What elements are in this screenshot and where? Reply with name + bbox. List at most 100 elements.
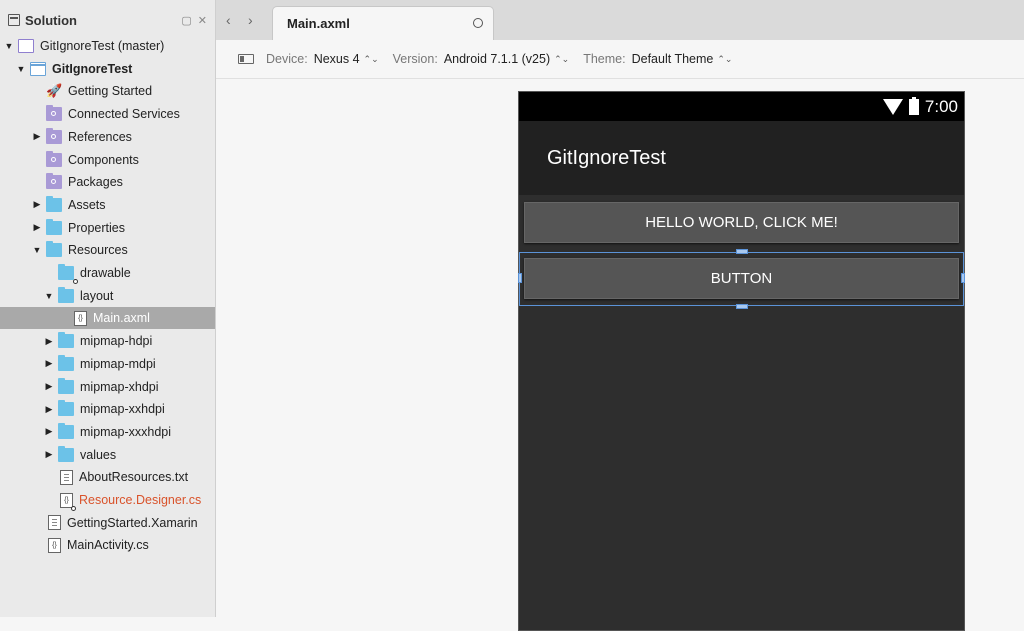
battery-icon <box>908 96 919 115</box>
disclosure-right-icon[interactable]: ▶ <box>44 404 54 414</box>
folder-icon <box>58 354 74 371</box>
disclosure-down-icon[interactable]: ▼ <box>4 41 14 51</box>
tree-item[interactable]: ▼ layout <box>0 285 215 307</box>
wifi-icon <box>882 98 903 115</box>
tree-item[interactable]: ▶ mipmap-hdpi <box>0 330 215 352</box>
folder-icon <box>58 445 74 462</box>
tree-item-label: GettingStarted.Xamarin <box>67 515 198 530</box>
tree-item-label: layout <box>80 288 114 303</box>
tree-item[interactable]: ▶ Assets <box>0 194 215 216</box>
hello-world-button[interactable]: HELLO WORLD, CLICK ME! <box>524 202 959 243</box>
folder-icon <box>58 400 74 417</box>
code-file-icon: {} <box>74 310 87 326</box>
tab-close-icon[interactable] <box>473 18 483 28</box>
folder-icon <box>58 422 74 439</box>
disclosure-right-icon[interactable]: ▶ <box>44 358 54 369</box>
tree-item[interactable]: ▶ values <box>0 444 215 466</box>
solution-pad-header: Solution ▢ ✕ <box>0 0 215 40</box>
resize-handle-bottom[interactable] <box>736 304 748 309</box>
tree-item[interactable]: ▶ Properties <box>0 217 215 239</box>
tree-item[interactable]: {} Resource.Designer.cs <box>0 489 215 511</box>
tree-item-label: Connected Services <box>68 107 180 122</box>
code-file-icon: {} <box>48 537 61 553</box>
app-title: GitIgnoreTest <box>547 146 666 169</box>
resize-handle-left[interactable] <box>518 273 522 283</box>
tree-item[interactable]: ▼ Resources <box>0 239 215 261</box>
theme-select[interactable]: Default Theme <box>632 52 714 66</box>
tree-item-label: Packages <box>68 175 123 190</box>
document-tab-bar: ‹ › Main.axml <box>216 0 1024 41</box>
app-bar: GitIgnoreTest <box>519 121 964 195</box>
tree-item[interactable]: GettingStarted.Xamarin <box>0 512 215 534</box>
disclosure-down-icon[interactable]: ▼ <box>32 245 42 255</box>
folder-icon <box>58 286 74 303</box>
resize-handle-right[interactable] <box>961 273 965 283</box>
disclosure-down-icon[interactable]: ▼ <box>44 291 54 301</box>
tree-item-label: GitIgnoreTest (master) <box>40 39 165 53</box>
maximize-icon[interactable]: ▢ <box>181 14 191 27</box>
resize-handle-top[interactable] <box>736 249 748 254</box>
device-select[interactable]: Nexus 4 <box>314 52 360 66</box>
disclosure-right-icon[interactable]: ▶ <box>32 199 42 210</box>
tree-item-label: References <box>68 129 132 144</box>
tree-item-label: Properties <box>68 220 125 235</box>
back-button[interactable]: ‹ <box>226 12 231 28</box>
tree-item[interactable]: ▶ mipmap-xhdpi <box>0 376 215 398</box>
version-select[interactable]: Android 7.1.1 (v25) <box>444 52 550 66</box>
solution-pad-icon <box>8 14 20 26</box>
tree-item-label: Resource.Designer.cs <box>79 493 202 507</box>
tree-item[interactable]: Components <box>0 149 215 171</box>
disclosure-right-icon[interactable]: ▶ <box>32 222 42 233</box>
device-label: Device: <box>266 52 308 66</box>
chevron-updown-icon[interactable]: ⌃⌄ <box>364 54 379 65</box>
rocket-icon: 🚀 <box>46 83 63 99</box>
tree-item-label: AboutResources.txt <box>79 470 189 485</box>
status-bar: 7:00 <box>519 92 964 121</box>
chevron-updown-icon[interactable]: ⌃⌄ <box>717 54 732 65</box>
disclosure-down-icon[interactable]: ▼ <box>16 64 26 74</box>
folder-icon <box>46 218 62 235</box>
tree-item[interactable]: ▶ mipmap-xxhdpi <box>0 398 215 420</box>
tree-item-label: mipmap-xxxhdpi <box>80 424 172 439</box>
tree-item[interactable]: ▼ GitIgnoreTest (master) <box>0 35 215 57</box>
device-icon <box>238 54 254 64</box>
tree-item-label: Main.axml <box>93 311 150 326</box>
tree-item[interactable]: ▶ mipmap-mdpi <box>0 353 215 375</box>
folder-icon <box>46 241 62 258</box>
theme-label: Theme: <box>583 52 626 66</box>
tree-item[interactable]: ▶ References <box>0 126 215 148</box>
tree-item-label: MainActivity.cs <box>67 538 149 553</box>
tree-item[interactable]: {} MainActivity.cs <box>0 534 215 556</box>
forward-button[interactable]: › <box>248 12 253 28</box>
solution-pad-title: Solution <box>25 12 77 28</box>
disclosure-right-icon[interactable]: ▶ <box>44 381 54 392</box>
version-label: Version: <box>392 52 438 66</box>
tree-item[interactable]: Connected Services <box>0 103 215 125</box>
text-file-icon <box>60 469 73 485</box>
disclosure-right-icon[interactable]: ▶ <box>44 449 54 460</box>
disclosure-right-icon[interactable]: ▶ <box>32 131 42 142</box>
tab-main-axml[interactable]: Main.axml <box>272 6 494 40</box>
project-icon <box>30 61 46 76</box>
tree-item-label: mipmap-xhdpi <box>80 379 159 394</box>
tree-item[interactable]: Packages <box>0 171 215 193</box>
button-widget[interactable]: BUTTON <box>524 258 959 299</box>
tree-item[interactable]: AboutResources.txt <box>0 466 215 488</box>
text-file-icon <box>48 515 61 531</box>
tree-item[interactable]: {} Main.axml <box>0 307 215 330</box>
tree-item[interactable]: ▶ mipmap-xxxhdpi <box>0 421 215 443</box>
tree-item[interactable]: drawable <box>0 262 215 284</box>
tree-item[interactable]: ▼ GitIgnoreTest <box>0 58 215 80</box>
disclosure-right-icon[interactable]: ▶ <box>44 336 54 346</box>
status-dot-icon <box>71 505 76 511</box>
tree-item[interactable]: 🚀 Getting Started <box>0 80 215 102</box>
chevron-updown-icon[interactable]: ⌃⌄ <box>554 54 569 65</box>
disclosure-right-icon[interactable]: ▶ <box>44 426 54 437</box>
close-icon[interactable]: ✕ <box>198 14 207 27</box>
